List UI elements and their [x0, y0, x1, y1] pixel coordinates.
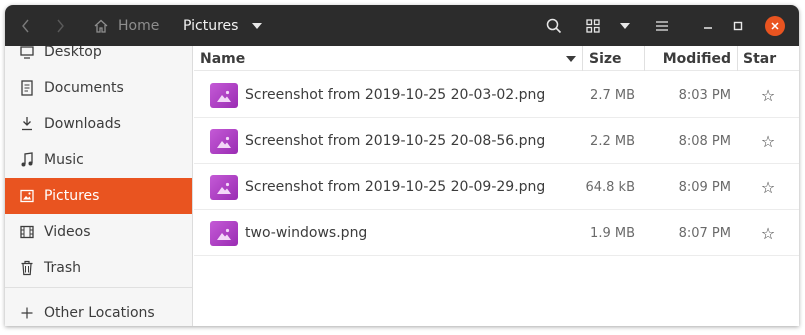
file-size: 1.9 MB	[590, 225, 635, 241]
back-button[interactable]	[9, 5, 41, 46]
column-header-star[interactable]: Star	[738, 46, 799, 71]
file-manager-window: Home Pictures Desktop Documents Download…	[5, 5, 799, 326]
close-icon	[765, 15, 785, 36]
sidebar-item-label: Other Locations	[44, 305, 155, 321]
breadcrumb-home[interactable]: Home	[85, 5, 167, 46]
sidebar-item-label: Desktop	[44, 46, 102, 60]
trash-icon	[19, 260, 35, 276]
column-header-name[interactable]: Name	[194, 46, 583, 71]
column-header-row: Name Size Modified Star	[194, 46, 799, 71]
file-row[interactable]: Screenshot from 2019-10-25 20-08-56.png …	[194, 118, 799, 164]
breadcrumb-current[interactable]: Pictures	[177, 5, 268, 46]
sidebar-item-videos[interactable]: Videos	[5, 214, 192, 250]
file-size: 2.2 MB	[590, 133, 635, 149]
dropdown-arrow-icon	[252, 22, 263, 29]
documents-icon	[19, 80, 35, 96]
file-row[interactable]: two-windows.png 1.9 MB 8:07 PM ☆	[194, 210, 799, 256]
column-header-star-label: Star	[743, 50, 777, 67]
home-icon	[94, 19, 108, 33]
pictures-icon	[19, 188, 35, 204]
image-file-icon	[210, 221, 238, 246]
chevron-left-icon	[22, 19, 29, 32]
breadcrumb-home-label: Home	[118, 17, 160, 34]
close-button[interactable]	[762, 5, 788, 46]
sidebar-item-documents[interactable]: Documents	[5, 70, 192, 106]
column-header-size-label: Size	[589, 50, 622, 67]
sidebar-item-label: Pictures	[44, 188, 100, 204]
image-file-icon	[210, 175, 238, 200]
sidebar-item-label: Music	[44, 152, 84, 168]
maximize-icon	[733, 21, 743, 30]
file-list: Name Size Modified Star Screenshot from …	[194, 46, 799, 326]
menu-button[interactable]	[648, 5, 676, 46]
file-modified: 8:07 PM	[678, 225, 731, 241]
file-modified: 8:08 PM	[678, 133, 731, 149]
star-icon[interactable]: ☆	[758, 72, 778, 118]
search-button[interactable]	[540, 5, 568, 46]
file-name: two-windows.png	[245, 225, 368, 241]
sidebar-divider	[5, 287, 192, 288]
music-icon	[19, 152, 35, 168]
forward-button[interactable]	[45, 5, 77, 46]
sort-arrow-icon	[566, 55, 576, 62]
sidebar-item-downloads[interactable]: Downloads	[5, 106, 192, 142]
hamburger-menu-icon	[656, 20, 668, 31]
grid-view-icon	[586, 18, 600, 33]
file-name: Screenshot from 2019-10-25 20-08-56.png	[245, 133, 546, 149]
file-modified: 8:09 PM	[678, 179, 731, 195]
column-header-name-label: Name	[200, 50, 246, 67]
star-icon[interactable]: ☆	[758, 210, 778, 256]
sidebar-item-other-locations[interactable]: Other Locations	[5, 295, 192, 326]
sidebar: Desktop Documents Downloads Music Pictur…	[5, 46, 193, 326]
file-size: 2.7 MB	[590, 87, 635, 103]
image-file-icon	[210, 129, 238, 154]
videos-icon	[19, 224, 35, 240]
plus-icon	[19, 305, 35, 321]
search-icon	[546, 18, 562, 33]
sidebar-item-desktop[interactable]: Desktop	[5, 46, 192, 70]
sidebar-item-music[interactable]: Music	[5, 142, 192, 178]
view-grid-button[interactable]	[579, 5, 607, 46]
sidebar-item-pictures[interactable]: Pictures	[5, 178, 192, 214]
view-options-button[interactable]	[613, 5, 637, 46]
file-size: 64.8 kB	[585, 179, 635, 195]
minimize-button[interactable]	[695, 5, 721, 46]
file-name: Screenshot from 2019-10-25 20-03-02.png	[245, 87, 546, 103]
column-header-size[interactable]: Size	[583, 46, 645, 71]
sidebar-item-label: Downloads	[44, 116, 121, 132]
column-header-modified[interactable]: Modified	[645, 46, 738, 71]
star-icon[interactable]: ☆	[758, 164, 778, 210]
file-modified: 8:03 PM	[678, 87, 731, 103]
file-name: Screenshot from 2019-10-25 20-09-29.png	[245, 179, 546, 195]
chevron-right-icon	[57, 19, 64, 32]
sidebar-item-trash[interactable]: Trash	[5, 250, 192, 286]
dropdown-arrow-icon	[620, 22, 630, 29]
sidebar-item-label: Documents	[44, 80, 124, 96]
file-row[interactable]: Screenshot from 2019-10-25 20-03-02.png …	[194, 72, 799, 118]
header-bar: Home Pictures	[5, 5, 799, 46]
sidebar-item-label: Trash	[44, 260, 81, 276]
breadcrumb-current-label: Pictures	[183, 17, 239, 34]
column-header-modified-label: Modified	[662, 50, 731, 67]
image-file-icon	[210, 83, 238, 108]
maximize-button[interactable]	[725, 5, 751, 46]
minimize-icon	[704, 26, 712, 29]
sidebar-item-label: Videos	[44, 224, 91, 240]
desktop-icon	[19, 46, 35, 60]
file-row[interactable]: Screenshot from 2019-10-25 20-09-29.png …	[194, 164, 799, 210]
downloads-icon	[19, 116, 35, 132]
star-icon[interactable]: ☆	[758, 118, 778, 164]
